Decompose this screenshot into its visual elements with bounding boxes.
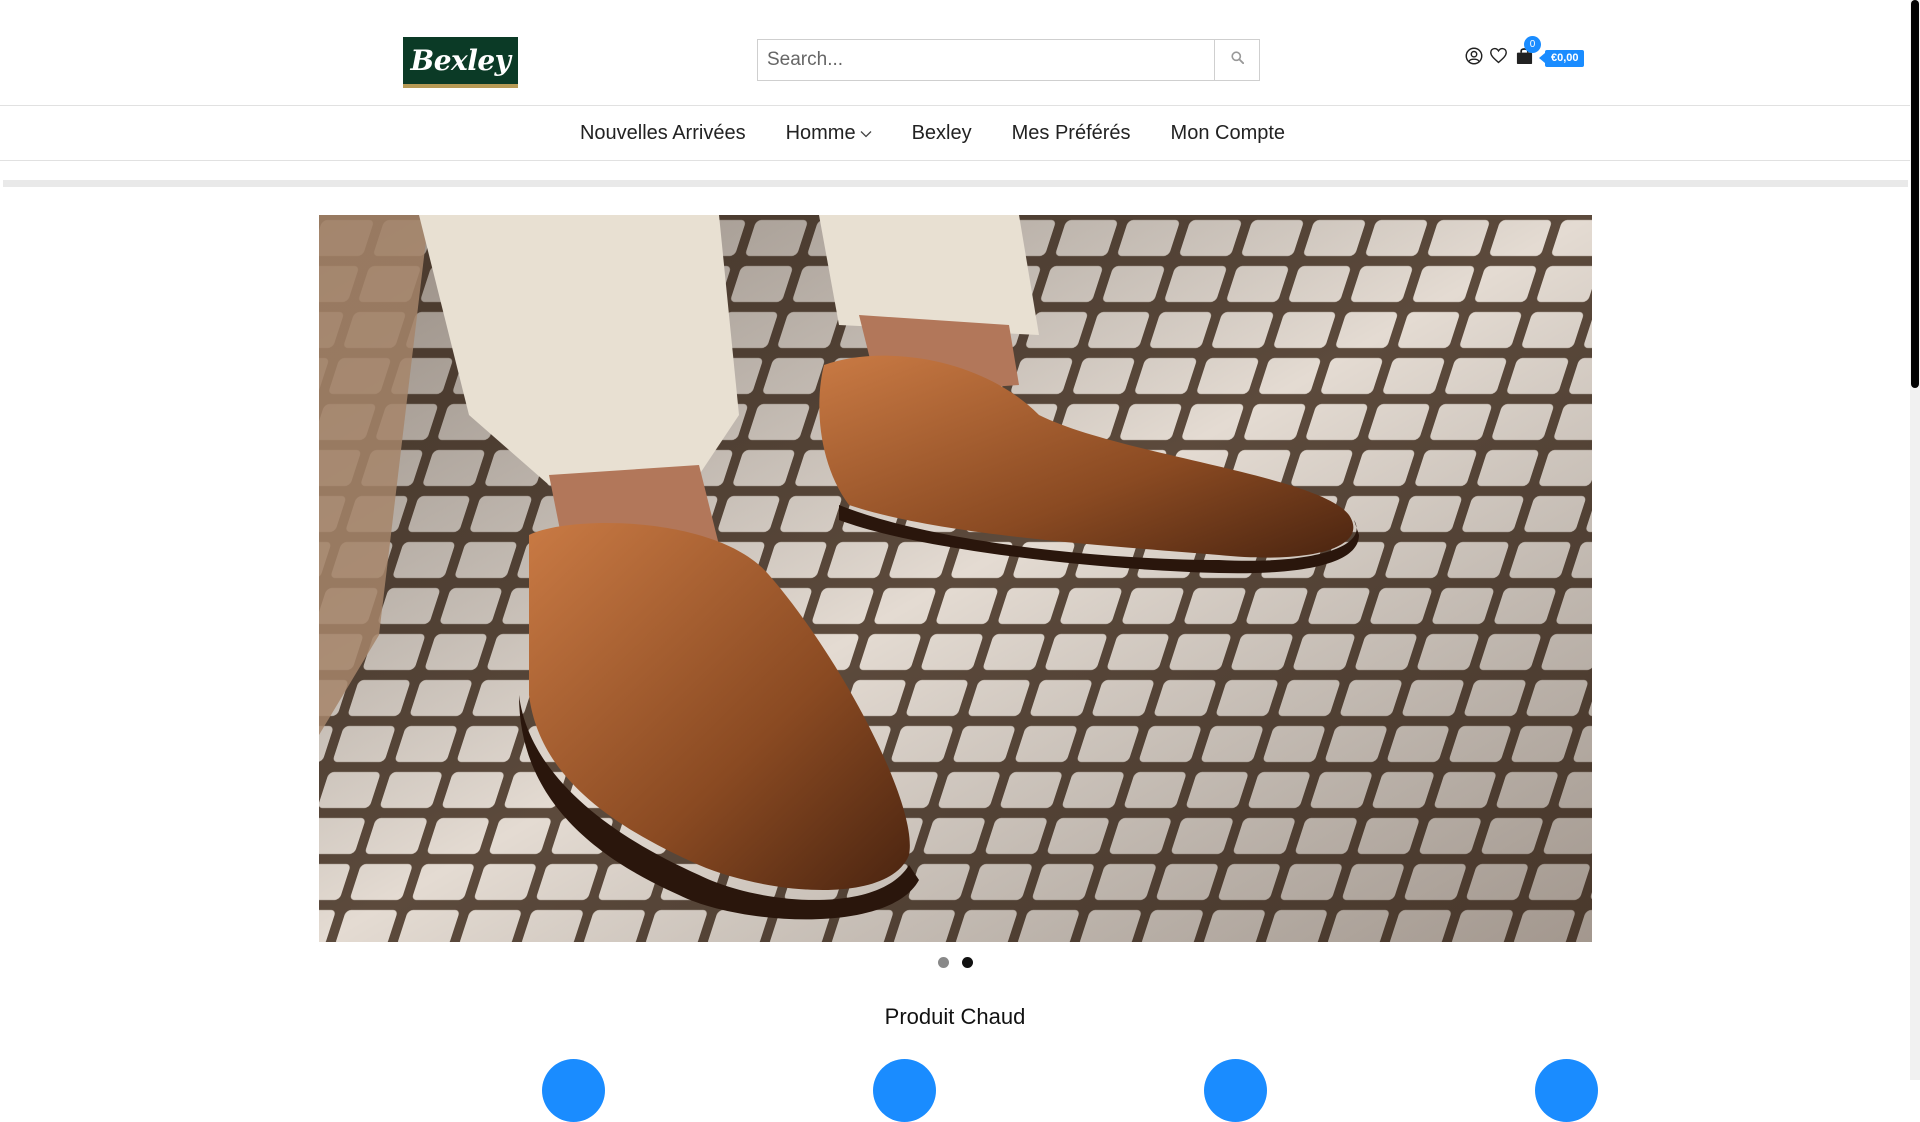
product-badge-1 (542, 1059, 605, 1122)
wishlist-button[interactable] (1487, 47, 1509, 69)
nav-item-label: Mes Préférés (1011, 122, 1131, 144)
scrollbar-thumb[interactable] (1911, 0, 1919, 388)
section-title: Produit Chaud (884, 1004, 1026, 1029)
search-icon (1230, 51, 1244, 69)
cart-button[interactable]: 0 (1513, 36, 1541, 69)
search-input[interactable] (758, 40, 1214, 80)
chevron-down-icon (860, 130, 872, 138)
nav-item-mon-compte[interactable]: Mon Compte (1171, 122, 1286, 145)
carousel-dot-1[interactable] (938, 957, 949, 968)
cart-total-badge[interactable]: €0,00 (1539, 49, 1584, 67)
nav-item-label: Bexley (911, 122, 972, 144)
nav-item-bexley[interactable]: Bexley (912, 122, 972, 145)
search-bar (757, 39, 1260, 81)
search-button[interactable] (1214, 40, 1259, 80)
carousel-dot-2[interactable] (962, 957, 973, 968)
cart-count-badge: 0 (1524, 36, 1541, 53)
nav-item-label: Mon Compte (1170, 122, 1286, 144)
main-navigation: Nouvelles Arrivées Homme Bexley Mes Préf… (0, 107, 1910, 161)
hero-banner-image[interactable] (319, 215, 1592, 942)
heart-icon (1489, 47, 1508, 69)
site-header: Bexley Search... 0 €0,00 (0, 0, 1910, 106)
product-badge-3 (1204, 1059, 1267, 1122)
scrollbar-track[interactable] (1910, 0, 1920, 1080)
carousel-dots (938, 957, 986, 968)
nav-item-nouvelles-arrivees[interactable]: Nouvelles Arrivées (580, 122, 746, 145)
nav-item-label: Homme (785, 122, 856, 144)
nav-item-label: Nouvelles Arrivées (579, 122, 746, 144)
product-badge-4 (1535, 1059, 1598, 1122)
divider (3, 180, 1908, 187)
product-badge-2 (873, 1059, 936, 1122)
hero-illustration (319, 215, 1592, 942)
nav-item-mes-preferes[interactable]: Mes Préférés (1012, 122, 1131, 145)
logo[interactable]: Bexley (403, 37, 518, 88)
account-button[interactable] (1463, 47, 1485, 69)
user-icon (1465, 47, 1483, 70)
nav-item-homme[interactable]: Homme (786, 122, 872, 145)
header-icons: 0 €0,00 (1463, 36, 1584, 70)
logo-text: Bexley (410, 44, 511, 77)
